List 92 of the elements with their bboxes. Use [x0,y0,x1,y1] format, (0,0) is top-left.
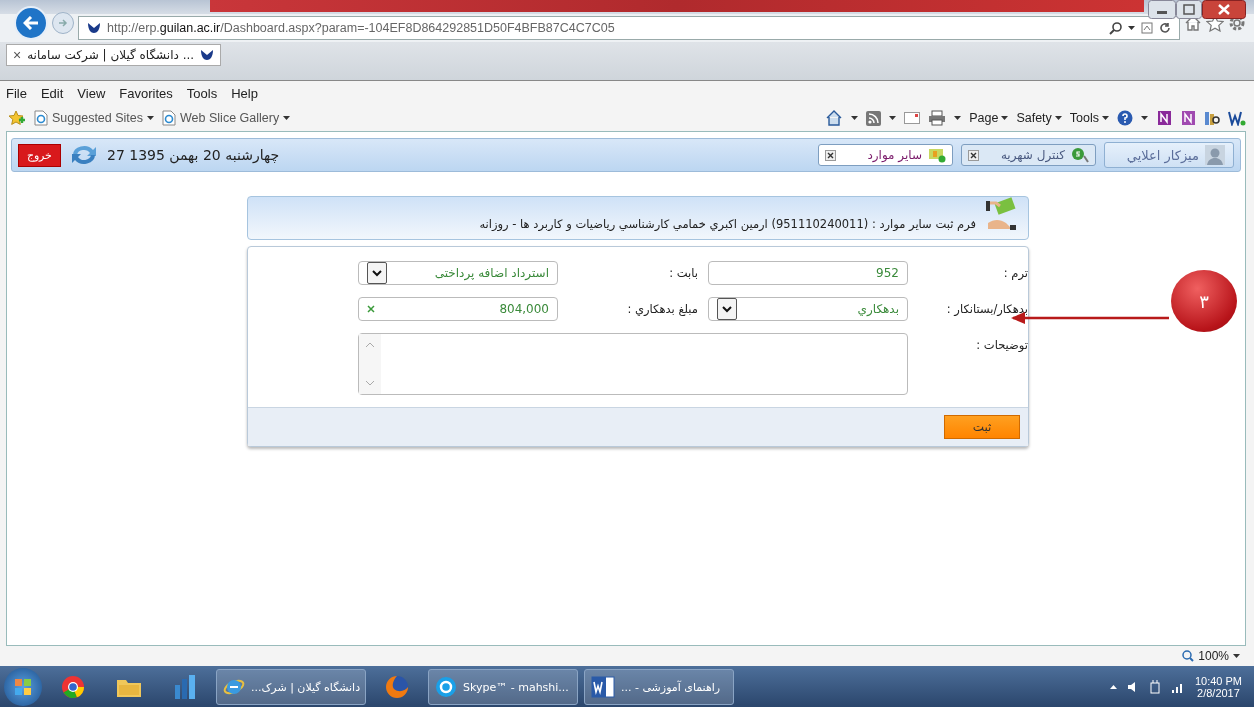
field-label: بدهكار/بستانكار : [945,301,1028,316]
document-add-icon [928,147,946,163]
tab-title: ... دانشگاه گیلان | شرکت سامانه [27,48,195,62]
caret-icon [851,116,859,120]
chevron-down-icon [722,305,732,313]
w-logo-icon[interactable] [1228,110,1246,126]
caret-icon [147,116,155,120]
minimize-button[interactable] [1148,0,1176,19]
command-menu[interactable]: Safety [1016,111,1052,125]
submit-button[interactable]: ثبت [944,415,1020,439]
caret-icon [1128,26,1135,30]
close-icon[interactable] [825,149,836,161]
close-icon[interactable] [968,149,979,161]
chevron-down-icon [372,269,382,277]
command-menu[interactable]: Page [969,111,999,125]
caret-icon [1141,116,1148,120]
app-tab[interactable]: ساير موارد [818,144,953,166]
command-menu[interactable]: Tools [1069,111,1099,125]
field-label: بابت : [668,265,698,280]
compatibility-icon[interactable] [1141,22,1153,34]
user-tab[interactable]: ميزكار اعلايي [1104,142,1234,168]
favorites-link[interactable]: Suggested Sites [52,111,144,125]
avatar-icon [1205,145,1225,165]
address-bar[interactable]: http://erp.guilan.ac.ir/Dashboard.aspx?param=-104EF8D864292851D50F4BFB87C4C7C05 [78,16,1180,40]
menu-item[interactable]: View [77,85,106,101]
form-title-bar: فرم ثبت ساير موارد : (951110240011) ارمين اكبري خمامي كارشناسي رياضيات و كاربرد ها - روزانه [247,196,1029,240]
zoom-level[interactable]: 100% [1198,649,1229,663]
menu-item[interactable]: Tools [186,85,218,101]
skype-icon [435,676,457,698]
logout-button[interactable]: خروج [18,143,61,167]
close-button[interactable] [1202,0,1246,19]
site-logo-icon [87,22,101,34]
research-icon[interactable] [1204,110,1220,126]
field-label: توضيحات : [975,337,1028,352]
power-icon[interactable] [1148,680,1161,694]
caret-icon [283,116,291,120]
taskbar-window-button[interactable]: ...دانشگاه گیلان | شرک [216,669,366,705]
zoom-icon[interactable] [1182,650,1195,662]
forward-arrow-icon [58,18,68,28]
back-arrow-icon [23,16,39,30]
mail-icon[interactable] [904,112,921,124]
notebook-icon[interactable] [1180,110,1196,126]
firefox-icon[interactable] [385,675,409,699]
tray-expand-icon[interactable] [1109,685,1117,689]
feed-icon[interactable] [866,110,882,126]
dropdown-field[interactable]: بدهكاري [708,297,908,321]
refresh-icon[interactable] [69,143,99,167]
windows-logo-icon [14,678,32,696]
favorites-link[interactable]: Web Slice Gallery [180,111,280,125]
menu-item[interactable]: Help [231,85,258,101]
favorites-star-icon[interactable] [8,110,26,126]
search-icon[interactable] [1109,21,1122,35]
step-number-marker: ۳ [1171,270,1237,332]
menu-item[interactable]: File [6,85,27,101]
clock-time[interactable]: 10:40 PM [1194,675,1242,687]
caret-icon [1233,654,1240,658]
refresh-icon[interactable] [1159,22,1171,34]
clock-date[interactable]: 2/8/2017 [1197,687,1240,699]
caret-icon [1102,116,1109,120]
field-label: مبلغ بدهكاري : [626,301,698,316]
menu-item[interactable]: Edit [40,85,64,101]
caret-icon [1001,116,1009,120]
browser-tab[interactable]: ... دانشگاه گیلان | شرکت سامانه × [6,44,222,66]
term-field[interactable]: 952 [708,261,908,285]
notebook-icon[interactable] [1156,110,1172,126]
help-icon[interactable] [1117,110,1133,126]
tab-close-button[interactable]: × [13,47,22,63]
start-button[interactable] [4,668,42,706]
print-icon[interactable] [928,110,947,126]
taskbar-window-button[interactable]: Skype™ - mahshi... [428,669,578,705]
site-logo-icon [200,49,215,61]
app-tab[interactable]: كنترل شهريه [961,144,1096,166]
home-icon[interactable] [825,110,844,126]
signal-icon[interactable] [1170,681,1185,693]
word-icon [591,676,615,698]
back-button[interactable] [14,6,48,40]
taskbar-window-button[interactable]: ... - راهنمای آموزشی [584,669,734,705]
amount-field[interactable]: 804,000 [358,297,558,321]
caret-icon [1054,116,1062,120]
money-icon [1071,147,1089,163]
page-icon [34,110,48,126]
field-label: ترم : [1002,265,1028,280]
dropdown-field[interactable]: استرداد اضافه پرداختی [358,261,558,285]
browser-icon[interactable] [61,675,85,699]
money-hands-icon [984,197,1018,231]
page-icon [162,110,177,126]
caret-icon [889,116,897,120]
date-text: چهارشنبه 20 بهمن 1395 27 [107,147,280,163]
caret-icon [954,116,962,120]
chart-app-icon[interactable] [174,675,196,699]
menu-item[interactable]: Favorites [119,85,173,101]
clear-icon[interactable] [367,305,375,313]
